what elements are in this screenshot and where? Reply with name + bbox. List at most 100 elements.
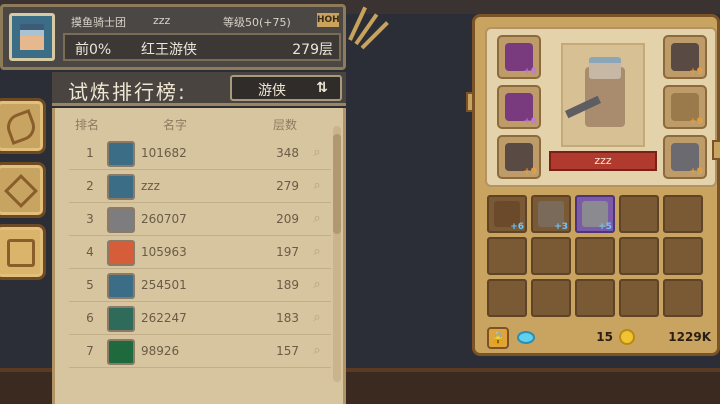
player-id: 98926 bbox=[141, 344, 180, 358]
profile-stats-row: 前0% 红王游侠 279层 bbox=[63, 33, 341, 61]
leaderboard-title-bar: 试炼排行榜: 游侠 ⇅ bbox=[52, 72, 346, 106]
leaderboard-title: 试炼排行榜: bbox=[68, 80, 187, 104]
player-id: 105963 bbox=[141, 245, 187, 259]
lock-button[interactable]: 🔒 bbox=[487, 327, 509, 349]
player-floor: 279层 bbox=[292, 42, 333, 58]
player-id: 101682 bbox=[141, 146, 187, 160]
player-id: 254501 bbox=[141, 278, 187, 292]
wing-decoration bbox=[340, 0, 389, 60]
player-id: zzz bbox=[141, 179, 160, 193]
class-filter-button[interactable]: 游侠 ⇅ bbox=[230, 75, 342, 101]
inventory-slot[interactable] bbox=[619, 195, 659, 233]
currency-bar: 🔒 15 1229K bbox=[485, 327, 717, 351]
level-text: 等级50(+75) bbox=[223, 16, 291, 29]
inventory-slot[interactable] bbox=[619, 279, 659, 317]
item-level: +8 bbox=[523, 67, 537, 77]
hero-portrait bbox=[561, 43, 645, 147]
inventory-slot[interactable] bbox=[531, 237, 571, 275]
player-floor-count: 209 bbox=[276, 212, 299, 226]
profile-info-row: 摸鱼骑士团 zzz 等级50(+75) HOH bbox=[63, 11, 343, 31]
side-tab-ranking[interactable] bbox=[0, 224, 46, 280]
inventory-slot[interactable]: +5 bbox=[575, 195, 615, 233]
header-floor: 层数 bbox=[273, 118, 298, 132]
leaf-icon bbox=[3, 109, 39, 145]
class-filter-label: 游侠 bbox=[258, 83, 286, 99]
gem-icon bbox=[517, 331, 535, 344]
inventory-slot[interactable] bbox=[531, 279, 571, 317]
inventory-slot[interactable] bbox=[487, 237, 527, 275]
item-level: +8 bbox=[523, 117, 537, 127]
player-avatar bbox=[107, 207, 135, 233]
hero-name-plate: zzz bbox=[549, 151, 657, 171]
equipment-slot[interactable]: +9 bbox=[497, 135, 541, 179]
leaderboard-list: 排名 名字 层数 1 101682 348 ⌕ 2 zzz 279 ⌕ 3 260707 209 ⌕ 4… bbox=[52, 108, 346, 404]
player-floor-count: 189 bbox=[276, 278, 299, 292]
player-avatar bbox=[107, 273, 135, 299]
goggle-icon bbox=[20, 30, 44, 36]
player-floor-count: 279 bbox=[276, 179, 299, 193]
magnifier-icon[interactable]: ⌕ bbox=[309, 211, 325, 227]
profile-header: 摸鱼骑士团 zzz 等级50(+75) HOH 前0% 红王游侠 279层 bbox=[0, 4, 346, 70]
item-level: +6 bbox=[510, 222, 524, 232]
magnifier-icon[interactable]: ⌕ bbox=[309, 145, 325, 161]
player-avatar bbox=[107, 240, 135, 266]
row-rank: 2 bbox=[86, 179, 94, 193]
hoh-badge: HOH bbox=[317, 13, 340, 27]
avatar-face bbox=[20, 24, 44, 50]
inventory-slot[interactable]: +6 bbox=[487, 195, 527, 233]
table-row[interactable]: 4 105963 197 ⌕ bbox=[69, 237, 331, 269]
row-rank: 4 bbox=[86, 245, 94, 259]
table-row[interactable]: 5 254501 189 ⌕ bbox=[69, 270, 331, 302]
equipment-slot[interactable]: +9 bbox=[663, 135, 707, 179]
magnifier-icon[interactable]: ⌕ bbox=[309, 343, 325, 359]
row-rank: 7 bbox=[86, 344, 94, 358]
scrollbar-thumb[interactable] bbox=[333, 134, 341, 234]
row-rank: 5 bbox=[86, 278, 94, 292]
item-level: +9 bbox=[689, 117, 703, 127]
inventory-slot[interactable]: +3 bbox=[531, 195, 571, 233]
table-row[interactable]: 6 262247 183 ⌕ bbox=[69, 303, 331, 335]
table-row[interactable]: 3 260707 209 ⌕ bbox=[69, 204, 331, 236]
table-row[interactable]: 1 101682 348 ⌕ bbox=[69, 138, 331, 170]
coin-icon bbox=[619, 329, 635, 345]
username: zzz bbox=[153, 14, 171, 27]
podium-icon bbox=[7, 239, 35, 267]
inventory-slot[interactable] bbox=[663, 195, 703, 233]
inventory-slot[interactable] bbox=[663, 279, 703, 317]
header-rank: 排名 bbox=[75, 118, 100, 132]
row-rank: 3 bbox=[86, 212, 94, 226]
header-name: 名字 bbox=[163, 118, 188, 132]
table-row[interactable]: 7 98926 157 ⌕ bbox=[69, 336, 331, 368]
side-tab-leaf[interactable] bbox=[0, 98, 46, 154]
magnifier-icon[interactable]: ⌕ bbox=[309, 244, 325, 260]
item-level: +9 bbox=[523, 167, 537, 177]
row-rank: 6 bbox=[86, 311, 94, 325]
magnifier-icon[interactable]: ⌕ bbox=[309, 178, 325, 194]
inventory-grid: +6 +3 +5 bbox=[487, 195, 717, 323]
equipment-slot[interactable]: +8 bbox=[497, 85, 541, 129]
hero-head bbox=[589, 57, 621, 79]
table-row[interactable]: 2 zzz 279 ⌕ bbox=[69, 171, 331, 203]
equipment-slot[interactable]: +9 bbox=[663, 35, 707, 79]
scrollbar[interactable] bbox=[333, 126, 341, 382]
inventory-slot[interactable] bbox=[575, 279, 615, 317]
magnifier-icon[interactable]: ⌕ bbox=[309, 277, 325, 293]
player-floor-count: 157 bbox=[276, 344, 299, 358]
player-floor-count: 348 bbox=[276, 146, 299, 160]
inventory-slot[interactable] bbox=[619, 237, 659, 275]
leaderboard-header: 排名 名字 层数 bbox=[55, 116, 343, 134]
inventory-slot[interactable] bbox=[487, 279, 527, 317]
magnifier-icon[interactable]: ⌕ bbox=[309, 310, 325, 326]
inventory-slot[interactable] bbox=[663, 237, 703, 275]
hero-equipment-area: +8 +8 +9 zzz +9 +9 +9 bbox=[485, 27, 717, 187]
equipment-slot[interactable]: +8 bbox=[497, 35, 541, 79]
item-level: +9 bbox=[689, 67, 703, 77]
equipment-slot[interactable]: +9 bbox=[663, 85, 707, 129]
right-edge-arrow bbox=[712, 140, 720, 160]
diamond-icon bbox=[4, 174, 38, 208]
player-avatar bbox=[107, 141, 135, 167]
side-tab-diamond[interactable] bbox=[0, 162, 46, 218]
player-floor-count: 197 bbox=[276, 245, 299, 259]
inventory-slot[interactable] bbox=[575, 237, 615, 275]
avatar[interactable] bbox=[9, 13, 55, 61]
